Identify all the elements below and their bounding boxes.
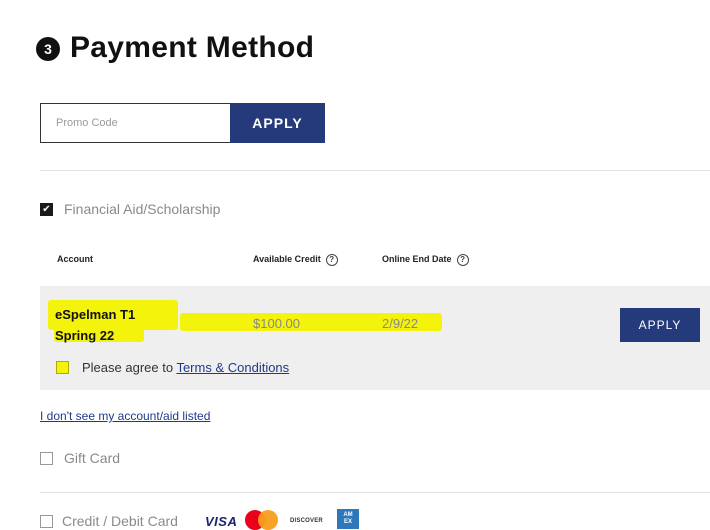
section-divider: [40, 170, 710, 171]
section-divider: [40, 492, 710, 493]
mastercard-logo: [245, 510, 279, 530]
terms-prefix: Please agree to: [82, 360, 177, 375]
account-apply-button[interactable]: APPLY: [620, 308, 700, 342]
available-credit-label: Available Credit: [253, 254, 321, 264]
credit-card-checkbox[interactable]: [40, 515, 53, 528]
account-name-line2: Spring 22: [55, 328, 115, 343]
column-header-online-end-date: Online End Date?: [382, 252, 469, 266]
page-title: Payment Method: [70, 31, 315, 64]
visa-logo-text: VISA: [205, 513, 238, 529]
mastercard-orange-circle: [258, 510, 278, 530]
online-end-date-label: Online End Date: [382, 254, 452, 264]
gift-card-checkbox[interactable]: [40, 452, 53, 465]
financial-aid-checkbox[interactable]: ✔: [40, 203, 53, 216]
available-credit-value: $100.00: [253, 316, 300, 331]
visa-logo: VISA: [205, 512, 237, 530]
gift-card-label: Gift Card: [64, 450, 121, 466]
discover-logo-text: DISCOVER: [290, 518, 323, 524]
column-header-account: Account: [57, 254, 93, 264]
financial-aid-label: Financial Aid/Scholarship: [64, 201, 221, 217]
terms-link[interactable]: Terms & Conditions: [176, 360, 289, 375]
promo-apply-button[interactable]: APPLY: [230, 103, 325, 143]
help-icon[interactable]: ?: [456, 253, 469, 266]
credit-card-label: Credit / Debit Card: [62, 513, 178, 529]
account-name-line1: eSpelman T1: [55, 307, 136, 322]
step-number-badge: 3: [36, 37, 60, 61]
terms-checkbox[interactable]: [56, 361, 69, 374]
promo-code-input[interactable]: [40, 103, 230, 143]
amex-logo-line2: EX: [343, 519, 352, 525]
account-not-listed-link[interactable]: I don't see my account/aid listed: [40, 408, 210, 424]
terms-agreement: Please agree to Terms & Conditions: [82, 359, 289, 376]
column-header-available-credit: Available Credit?: [253, 252, 338, 266]
amex-logo-line1: AM: [343, 512, 353, 518]
discover-logo: DISCOVER: [290, 512, 323, 530]
help-icon[interactable]: ?: [325, 253, 338, 266]
online-end-date-value: 2/9/22: [382, 316, 419, 331]
amex-logo: AM EX: [337, 509, 359, 529]
